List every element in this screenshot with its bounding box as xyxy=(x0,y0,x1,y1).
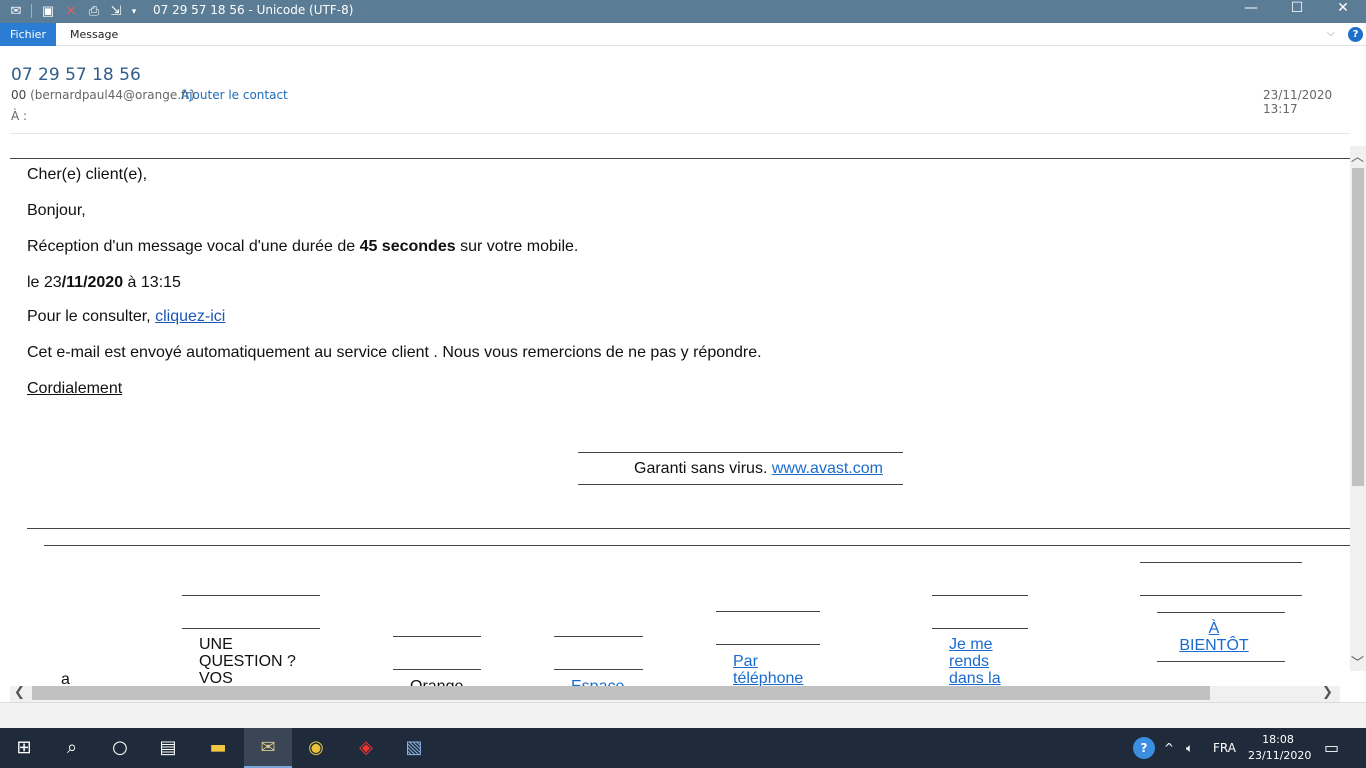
divider xyxy=(393,636,481,637)
title-bar: ✉ ▣ ✕ ⎙ ⇲ ▾ 07 29 57 18 56 - Unicode (UT… xyxy=(0,0,1366,23)
chevron-down-icon[interactable]: ⌵ xyxy=(1327,23,1335,45)
window-title: 07 29 57 18 56 - Unicode (UTF-8) xyxy=(153,3,354,17)
divider xyxy=(716,611,820,612)
maximize-button[interactable]: ☐ xyxy=(1274,0,1320,20)
duration: 45 secondes xyxy=(359,238,456,255)
divider xyxy=(578,452,903,453)
divider xyxy=(27,528,1350,529)
chevron-up-icon[interactable]: ^ xyxy=(1164,728,1174,768)
footer-link-bientot[interactable]: À BIENTÔT xyxy=(1174,620,1254,654)
photos-icon[interactable]: ▧ xyxy=(390,728,438,768)
close-button[interactable]: ✕ xyxy=(1320,0,1366,20)
avast-link[interactable]: www.avast.com xyxy=(772,460,883,477)
windows-icon[interactable]: ⊞ xyxy=(0,728,48,768)
clock-time: 18:08 xyxy=(1262,733,1294,746)
scroll-down-icon[interactable]: ﹀ xyxy=(1351,652,1364,671)
chrome-icon[interactable]: ◉ xyxy=(292,728,340,768)
date-line: le 23/11/2020 à 13:15 xyxy=(27,274,181,292)
voicemail-line: Réception d'un message vocal d'une durée… xyxy=(27,238,578,256)
voicemail-text-end: sur votre mobile. xyxy=(455,238,579,255)
divider xyxy=(1140,562,1302,563)
search-icon[interactable]: ⌕ xyxy=(48,728,96,768)
auto-email-note: Cet e-mail est envoyé automatiquement au… xyxy=(27,344,762,361)
divider xyxy=(44,545,1350,546)
sender-name: 00 xyxy=(11,88,27,102)
divider xyxy=(932,595,1028,596)
taskbar: ⊞ ⌕ ○ ▤ ▬ ✉ ◉ ◈ ▧ ? ^ 🔈︎ FRA 18:08 23/11… xyxy=(0,728,1366,768)
divider xyxy=(393,669,481,670)
move-icon[interactable]: ⇲ xyxy=(108,3,124,19)
scroll-up-icon[interactable]: ︿ xyxy=(1351,146,1364,165)
date-suffix: à 13:15 xyxy=(123,274,181,291)
footer-cell-question: UNE QUESTION ? VOS xyxy=(199,636,296,686)
separator xyxy=(31,4,32,18)
divider xyxy=(1140,595,1302,596)
footer-cell-a: a xyxy=(61,671,70,686)
sender: 00 (bernardpaul44@orange.fr) xyxy=(11,88,195,102)
envelope-icon: ✉ xyxy=(10,3,22,18)
to-label: À : xyxy=(11,109,28,123)
date-prefix: le 23 xyxy=(27,274,62,291)
ribbon: Fichier Message ⌵ ? xyxy=(0,23,1366,46)
vertical-scroll-thumb[interactable] xyxy=(1352,168,1364,486)
divider xyxy=(182,628,320,629)
footer-link-boutique[interactable]: Je me rends dans la xyxy=(949,636,1009,686)
virus-text: Garanti sans virus. xyxy=(634,460,772,477)
tab-file[interactable]: Fichier xyxy=(0,23,56,46)
voicemail-text: Réception d'un message vocal d'une durée… xyxy=(27,238,360,255)
footer-link-espace[interactable]: Espace xyxy=(571,678,624,686)
greeting: Cher(e) client(e), xyxy=(27,166,148,183)
scroll-right-icon[interactable]: ❯ xyxy=(1322,685,1333,700)
divider xyxy=(932,628,1028,629)
message-body: Cher(e) client(e), Bonjour, Réception d'… xyxy=(0,134,1350,686)
clock-date: 23/11/2020 xyxy=(1248,749,1312,762)
closing: Cordialement xyxy=(27,380,123,397)
divider xyxy=(554,669,643,670)
acrobat-icon[interactable]: ◈ xyxy=(342,728,390,768)
print-icon[interactable]: ⎙ xyxy=(86,3,102,19)
consult-text: Pour le consulter, xyxy=(27,308,156,325)
message-header: 07 29 57 18 56 00 (bernardpaul44@orange.… xyxy=(0,46,1366,134)
dropdown-icon[interactable]: ▾ xyxy=(126,3,142,19)
scroll-left-icon[interactable]: ❮ xyxy=(14,685,25,700)
date-bold: /11/2020 xyxy=(61,274,124,291)
cortana-icon[interactable]: ○ xyxy=(96,728,144,768)
consult-line: Pour le consulter, cliquez-ici xyxy=(27,308,225,326)
message-subject: 07 29 57 18 56 xyxy=(11,65,141,85)
file-explorer-icon[interactable]: ▬ xyxy=(194,728,242,768)
notification-icon[interactable]: ▭ xyxy=(1324,728,1339,768)
horizontal-scroll-thumb[interactable] xyxy=(32,686,1210,700)
divider xyxy=(578,484,903,485)
footer-cell-orange: Orange xyxy=(410,678,463,686)
clock[interactable]: 18:08 23/11/2020 xyxy=(1248,732,1312,764)
divider xyxy=(1157,612,1285,613)
divider xyxy=(10,158,1350,159)
sender-email: (bernardpaul44@orange.fr) xyxy=(30,88,195,102)
divider xyxy=(182,595,320,596)
language-indicator[interactable]: FRA xyxy=(1213,728,1236,768)
help-tray-icon[interactable]: ? xyxy=(1133,737,1155,759)
help-icon[interactable]: ? xyxy=(1348,27,1363,42)
divider xyxy=(716,644,820,645)
hello: Bonjour, xyxy=(27,202,86,219)
delete-icon[interactable]: ✕ xyxy=(63,3,79,19)
message-date: 23/11/2020 13:17 xyxy=(1263,88,1333,116)
divider xyxy=(554,636,643,637)
footer-link-telephone[interactable]: Par téléphone xyxy=(733,653,813,686)
divider xyxy=(1157,661,1285,662)
add-contact-link[interactable]: Ajouter le contact xyxy=(181,88,288,102)
mail-icon[interactable]: ✉ xyxy=(244,728,292,768)
volume-icon[interactable]: 🔈︎ xyxy=(1186,728,1193,768)
virus-notice: Garanti sans virus. www.avast.com xyxy=(634,460,883,478)
save-icon[interactable]: ▣ xyxy=(40,3,56,19)
status-bar xyxy=(0,702,1366,728)
cliquez-ici-link[interactable]: cliquez-ici xyxy=(155,308,225,325)
task-view-icon[interactable]: ▤ xyxy=(144,728,192,768)
minimize-button[interactable]: — xyxy=(1228,0,1274,20)
tab-message[interactable]: Message xyxy=(70,23,118,46)
